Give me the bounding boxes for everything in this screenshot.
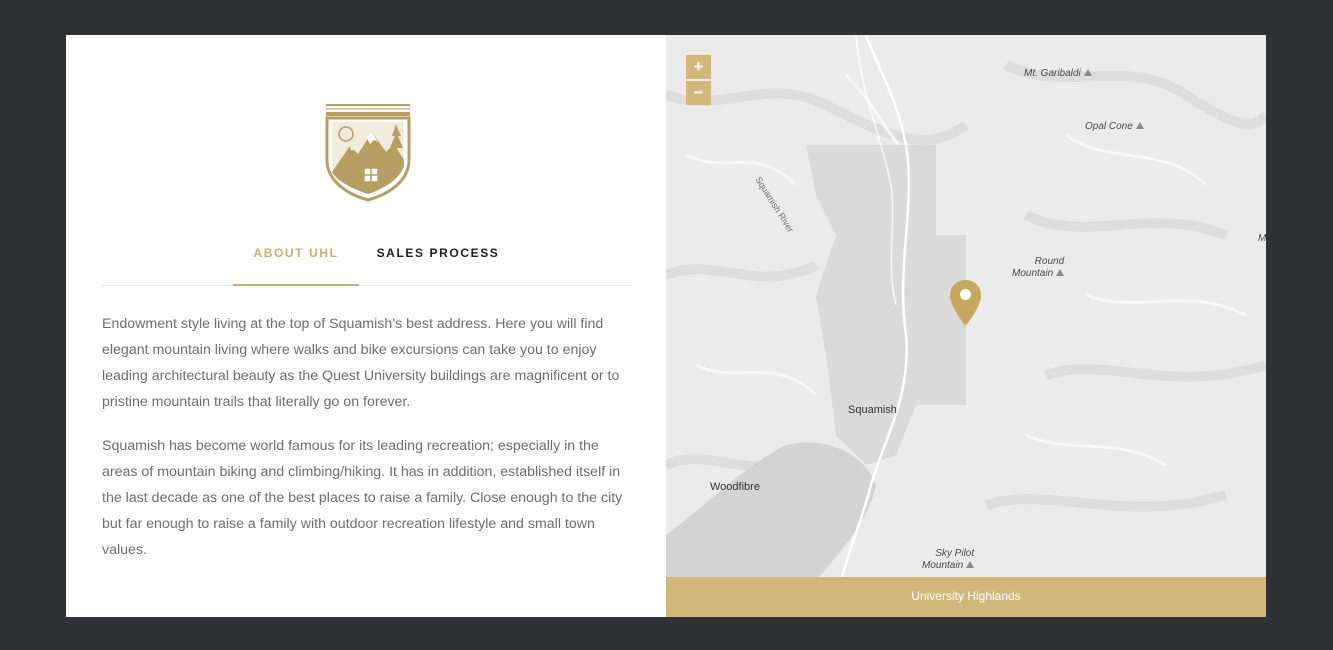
about-content: Endowment style living at the top of Squ… <box>102 311 632 581</box>
tab-bar: ABOUT UHL SALES PROCESS <box>102 235 631 286</box>
zoom-out-button[interactable]: − <box>686 81 711 105</box>
map-label-squamish: Squamish <box>848 404 897 416</box>
mountain-peak-icon <box>1135 122 1144 129</box>
mountain-crest-icon <box>325 104 411 202</box>
map-panel[interactable]: + − Mt. Garibaldi Opal Cone Squamish Riv… <box>666 35 1266 617</box>
tab-about-uhl[interactable]: ABOUT UHL <box>233 235 359 286</box>
map-label-opal-cone: Opal Cone <box>1085 121 1144 132</box>
map-label-edge: M <box>1258 233 1266 244</box>
mountain-peak-icon <box>1083 69 1092 76</box>
mountain-peak-icon <box>1056 269 1065 276</box>
label-text: Mt. Garibaldi <box>1024 68 1081 79</box>
label-text-line2: Mountain <box>922 560 975 572</box>
tab-sales-process[interactable]: SALES PROCESS <box>374 235 502 284</box>
map-location-bar[interactable]: University Highlands <box>666 577 1266 617</box>
map-label-round-mountain: Round Mountain <box>1012 256 1065 280</box>
about-paragraph-1: Endowment style living at the top of Squ… <box>102 316 620 410</box>
info-panel: ABOUT UHL SALES PROCESS Endowment style … <box>66 35 666 617</box>
label-text: Mountain <box>922 560 964 571</box>
mountain-peak-icon <box>966 561 975 568</box>
about-paragraph-2: Squamish has become world famous for its… <box>102 438 623 558</box>
map-label-woodfibre: Woodfibre <box>710 481 760 493</box>
label-text: Mountain <box>1012 268 1054 279</box>
label-text: Opal Cone <box>1085 121 1133 132</box>
label-text-line1: Sky Pilot <box>935 548 975 559</box>
map-pin-icon[interactable] <box>949 279 982 327</box>
content-card: ABOUT UHL SALES PROCESS Endowment style … <box>66 35 1266 617</box>
map-label-mt-garibaldi: Mt. Garibaldi <box>1024 68 1092 79</box>
label-text-line1: Round <box>1034 256 1065 267</box>
zoom-in-button[interactable]: + <box>686 55 711 79</box>
map-label-sky-pilot: Sky Pilot Mountain <box>922 548 975 572</box>
label-text-line2: Mountain <box>1012 268 1065 280</box>
